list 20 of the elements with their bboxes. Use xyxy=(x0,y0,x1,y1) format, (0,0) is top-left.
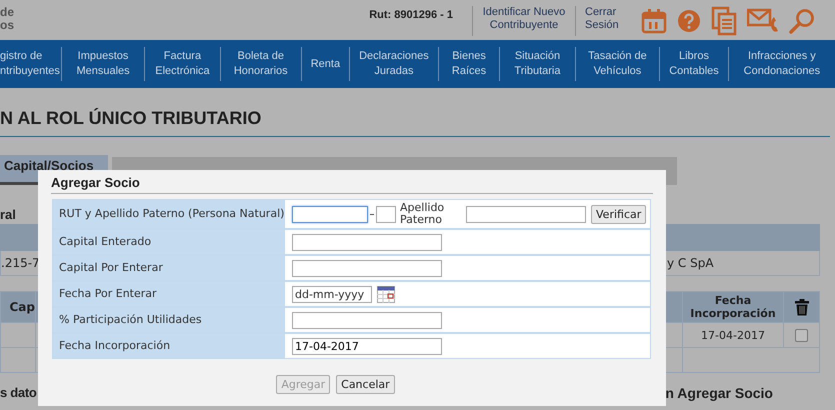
table-cell: 17-04-2017 xyxy=(683,323,784,347)
field-label: Apellido Paterno xyxy=(400,202,446,226)
logo-text: de xyxy=(0,6,14,19)
column-header: Fecha Incorporación xyxy=(683,292,784,322)
section-heading: s dato xyxy=(0,385,36,401)
form-label: % Participación Utilidades xyxy=(53,308,285,332)
column-header: Cap xyxy=(1,292,36,322)
table-cell: .215-7 xyxy=(1,256,40,270)
form-label: Capital Enterado xyxy=(53,230,285,254)
form-label: Fecha Por Enterar xyxy=(53,282,285,306)
dialog-title: Agregar Socio xyxy=(50,174,141,190)
form-label: Fecha Incorporación xyxy=(53,334,285,358)
form-label: RUT y Apellido Paterno (Persona Natural) xyxy=(53,200,285,228)
page-title: N AL ROL ÚNICO TRIBUTARIO xyxy=(0,88,830,137)
section-heading: ral xyxy=(0,207,16,222)
logo-text: os xyxy=(0,19,14,32)
form-label: Capital Por Enterar xyxy=(53,256,285,280)
table-cell-text: y C SpA xyxy=(667,256,715,270)
rut-text: Rut: 8901296 - 1 xyxy=(369,8,453,22)
section-heading: n Agregar Socio xyxy=(665,385,773,401)
